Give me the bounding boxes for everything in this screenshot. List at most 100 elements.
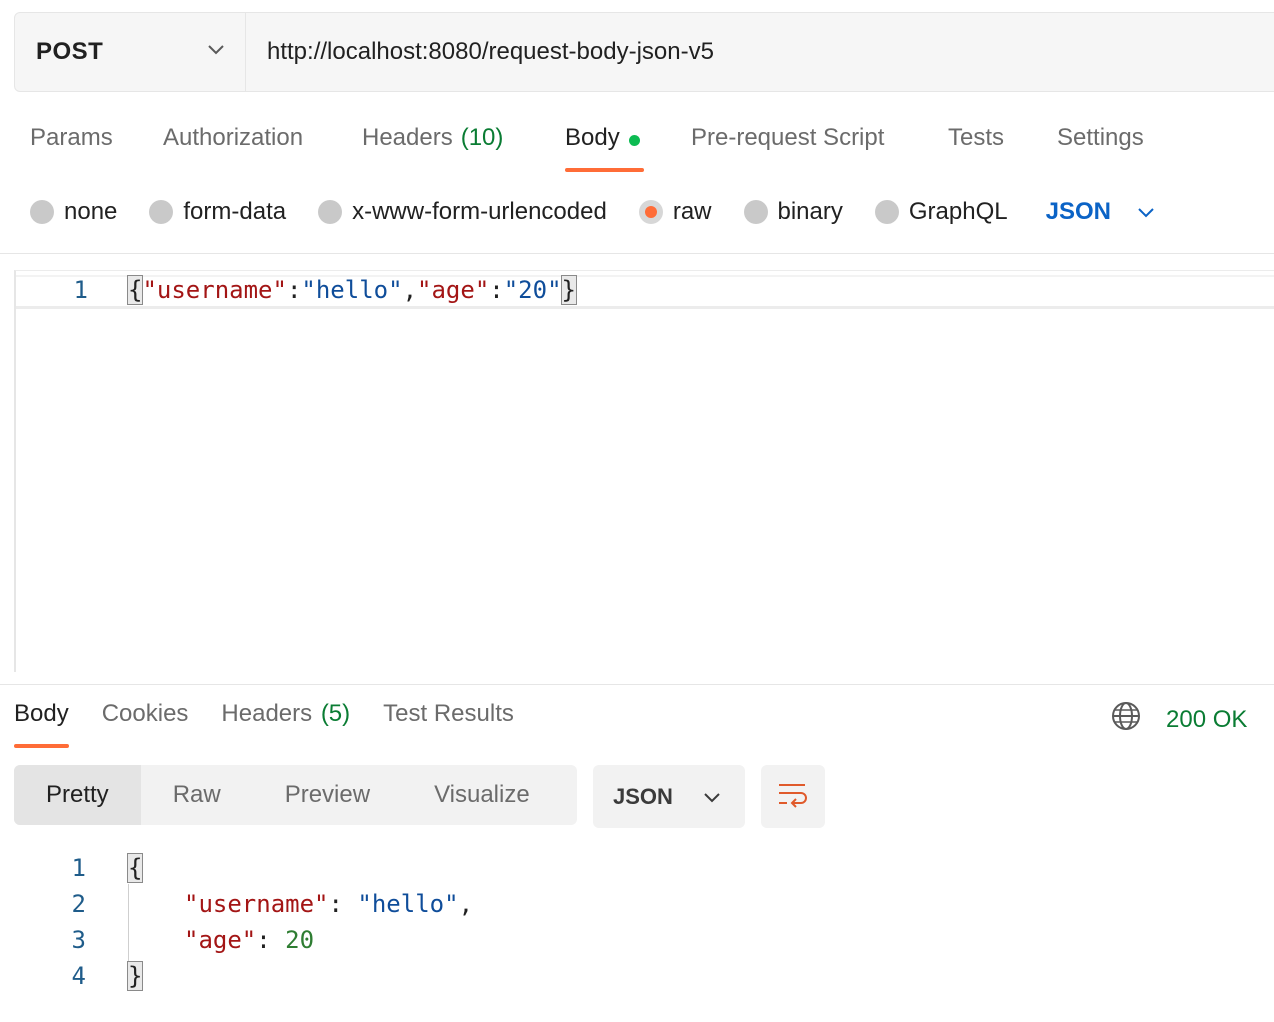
view-pretty[interactable]: Pretty (14, 765, 141, 825)
line-number: 1 (73, 276, 88, 304)
body-format-select[interactable]: JSON (1046, 198, 1155, 226)
response-tab-test-results[interactable]: Test Results (383, 700, 514, 748)
radio-binary[interactable]: binary (743, 198, 843, 226)
tab-label: Authorization (163, 124, 304, 151)
json-key: "username" (142, 276, 287, 304)
line-number: 2 (71, 890, 86, 918)
radio-circle (743, 200, 768, 224)
radio-label: GraphQL (908, 198, 1008, 225)
request-json-text: {"username":"hello","age":"20"} (126, 275, 578, 305)
json-key: "username" (184, 890, 329, 918)
json-punct: , (402, 276, 418, 304)
json-number: 20 (285, 926, 315, 954)
json-brace: } (560, 275, 578, 305)
method-label: POST (36, 38, 104, 65)
radio-label: binary (777, 198, 843, 225)
json-key: "age" (184, 926, 257, 954)
json-brace: { (126, 275, 144, 305)
radio-label: none (64, 198, 118, 225)
tab-settings[interactable]: Settings (1057, 118, 1144, 172)
response-body-viewer[interactable]: 1 2 3 4 { "username": "hello", "age": 20… (0, 848, 1274, 1008)
tab-label: Headers (221, 700, 313, 727)
radio-circle (30, 200, 54, 224)
json-brace: } (126, 961, 144, 991)
tab-label: Body (14, 700, 69, 727)
response-status: 200 OK (1110, 700, 1247, 739)
status-code: 200 OK (1166, 705, 1248, 733)
json-brace: { (126, 853, 144, 883)
json-string: "hello" (301, 276, 403, 304)
chevron-down-icon (207, 43, 225, 61)
radio-label: x-www-form-urlencoded (352, 198, 607, 225)
tab-pre-request-script[interactable]: Pre-request Script (691, 118, 948, 172)
tab-label: Settings (1057, 124, 1144, 151)
json-string: "20" (503, 276, 562, 304)
wrap-lines-button[interactable] (761, 765, 825, 828)
json-punct: : (489, 276, 504, 304)
json-key: "age" (417, 276, 490, 304)
request-url-bar: POST http://localhost:8080/request-body-… (14, 12, 1274, 92)
tab-params[interactable]: Params (30, 118, 163, 172)
tab-label: Test Results (383, 700, 514, 727)
radio-graphql[interactable]: GraphQL (874, 198, 1008, 226)
view-mode-label: Raw (172, 781, 221, 808)
response-headers-count: (5) (320, 700, 351, 727)
view-mode-label: Pretty (46, 781, 109, 808)
divider (0, 253, 1274, 254)
line-number: 3 (71, 926, 86, 954)
response-json-line: "age": 20 (184, 926, 314, 954)
response-format-label: JSON (613, 783, 673, 809)
response-tab-headers[interactable]: Headers (5) (221, 700, 350, 748)
body-modified-dot (628, 135, 640, 146)
radio-none[interactable]: none (30, 198, 117, 226)
radio-circle (638, 200, 663, 224)
tab-label: Cookies (101, 700, 189, 727)
tab-tests[interactable]: Tests (948, 118, 1057, 172)
tab-label: Params (30, 124, 113, 151)
tab-label: Body (565, 124, 620, 151)
wrap-lines-icon (777, 780, 809, 813)
response-format-select[interactable]: JSON (593, 765, 745, 828)
globe-icon[interactable] (1110, 700, 1142, 739)
request-code-line: 1 {"username":"hello","age":"20"} (0, 275, 1274, 308)
divider (0, 684, 1274, 685)
chevron-down-icon (703, 784, 721, 810)
response-tab-cookies[interactable]: Cookies (102, 700, 189, 748)
method-select[interactable]: POST (15, 13, 246, 91)
radio-x-www-form-urlencoded[interactable]: x-www-form-urlencoded (318, 198, 607, 226)
radio-raw[interactable]: raw (638, 198, 712, 226)
view-preview[interactable]: Preview (253, 765, 402, 825)
request-tabs: Params Authorization Headers (10) Body Pr… (30, 118, 1144, 174)
body-format-label: JSON (1045, 198, 1111, 225)
url-input[interactable]: http://localhost:8080/request-body-json-… (246, 13, 1274, 91)
request-body-editor[interactable] (14, 270, 1274, 672)
line-number: 1 (71, 854, 86, 882)
radio-form-data[interactable]: form-data (149, 198, 286, 226)
tab-body[interactable]: Body (565, 118, 644, 172)
tab-headers[interactable]: Headers (10) (362, 118, 565, 172)
radio-label: form-data (183, 198, 287, 225)
json-string: "hello" (357, 890, 459, 918)
radio-circle (318, 200, 343, 224)
response-tabs: Body Cookies Headers (5) Test Results (14, 700, 547, 748)
chevron-down-icon (1137, 198, 1155, 226)
json-punct: : (256, 926, 271, 954)
radio-circle (149, 200, 174, 224)
view-visualize[interactable]: Visualize (402, 765, 562, 825)
view-raw[interactable]: Raw (141, 765, 253, 825)
tab-authorization[interactable]: Authorization (163, 118, 362, 172)
radio-label: raw (672, 198, 712, 225)
response-tab-body[interactable]: Body (14, 700, 69, 748)
headers-count: (10) (460, 124, 504, 151)
radio-circle (874, 200, 899, 224)
body-type-radios: none form-data x-www-form-urlencoded raw… (30, 190, 1155, 234)
view-mode-switcher: Pretty Raw Preview Visualize (14, 765, 577, 825)
view-mode-label: Visualize (434, 781, 530, 808)
json-punct: , (458, 890, 474, 918)
tab-label: Tests (948, 124, 1005, 151)
json-punct: : (286, 276, 302, 304)
response-json-line: "username": "hello", (184, 890, 473, 918)
view-mode-label: Preview (284, 781, 371, 808)
tab-label: Headers (362, 124, 453, 151)
json-punct: : (328, 890, 343, 918)
